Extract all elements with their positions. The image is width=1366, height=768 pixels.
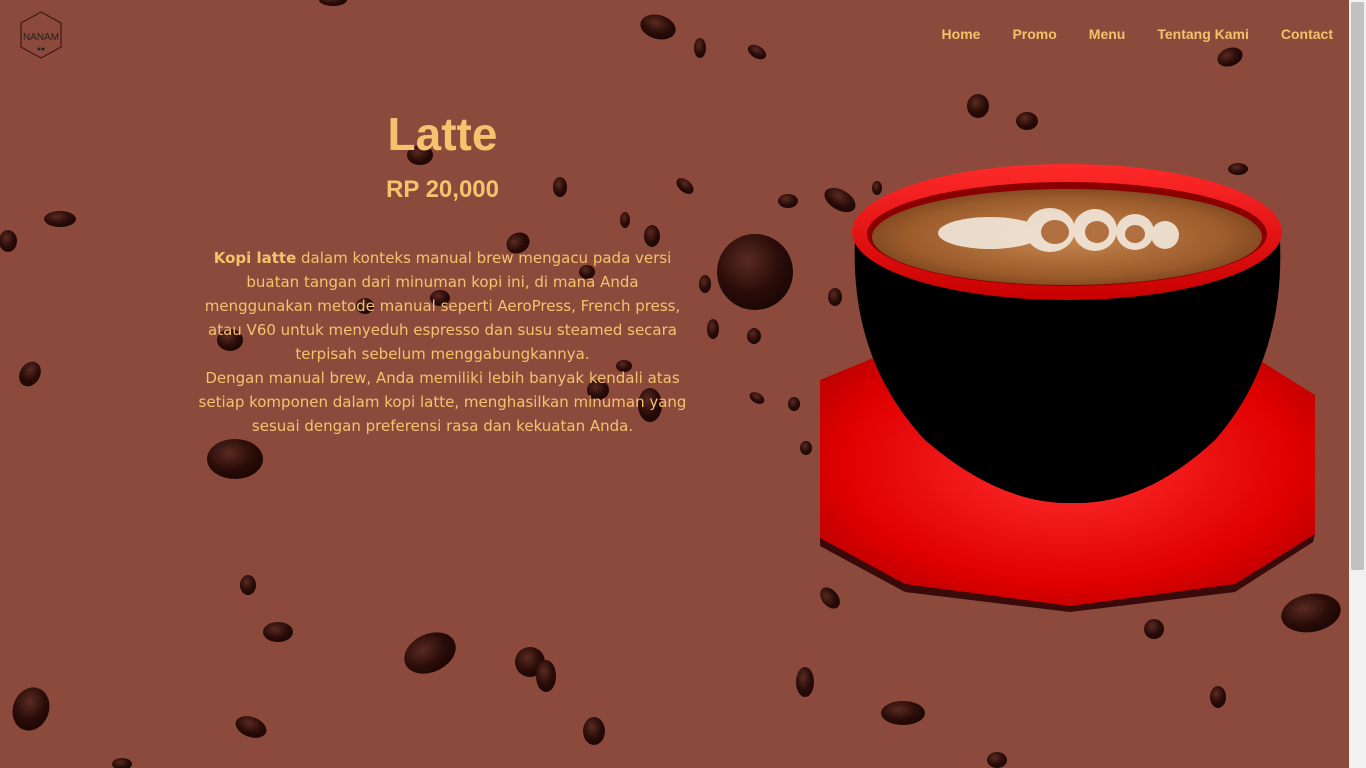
desc-bold: Kopi latte (213, 249, 297, 267)
nav-menu[interactable]: Menu (1089, 26, 1126, 42)
latte-cup-icon (820, 164, 1315, 612)
vertical-scrollbar[interactable] (1349, 0, 1366, 768)
product-description: Kopi latte dalam konteks manual brew men… (195, 246, 690, 438)
product-title: Latte (387, 108, 498, 160)
nav-tentang-kami[interactable]: Tentang Kami (1157, 26, 1249, 42)
scrollbar-thumb[interactable] (1351, 2, 1364, 570)
product-price: RP 20,000 (386, 176, 499, 203)
brand-logo[interactable]: NANAM (17, 10, 65, 60)
desc-paragraph-2: Dengan manual brew, Anda memiliki lebih … (198, 369, 687, 435)
nav-home[interactable]: Home (942, 26, 981, 42)
product-hero: Latte RP 20,000 Kopi latte dalam konteks… (195, 104, 690, 438)
nav-promo[interactable]: Promo (1012, 26, 1056, 42)
main-nav: Home Promo Menu Tentang Kami Contact (942, 26, 1333, 42)
logo-text: NANAM (22, 32, 60, 43)
nav-contact[interactable]: Contact (1281, 26, 1333, 42)
